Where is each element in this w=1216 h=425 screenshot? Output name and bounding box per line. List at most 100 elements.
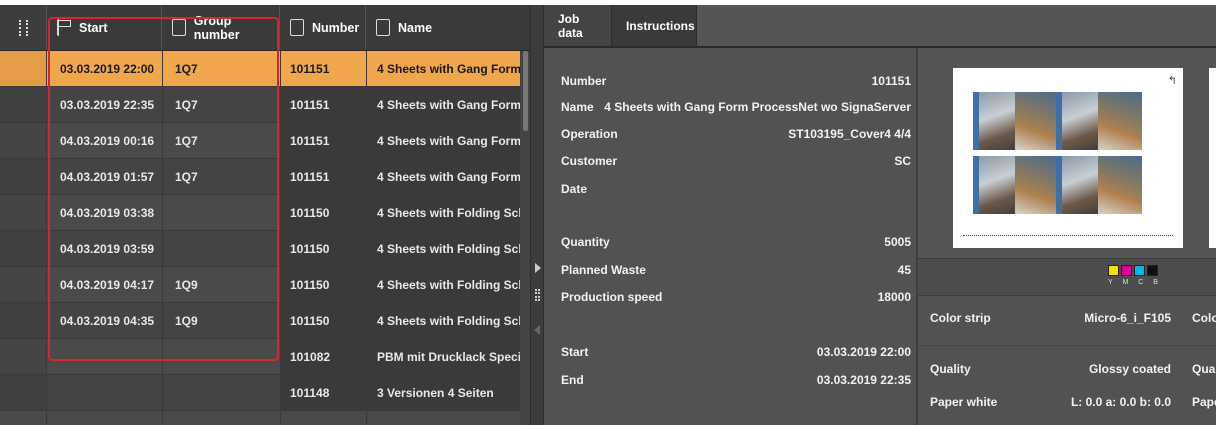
- column-header-group-number[interactable]: Group number: [162, 5, 280, 50]
- table-row[interactable]: 03.03.2019 22:00 1Q7 101151 4 Sheets with G…: [0, 51, 520, 87]
- cell-name: 4 Sheets with Gang Form ...: [366, 123, 520, 158]
- cell-number: 101150: [280, 195, 366, 230]
- row-handle: [0, 375, 46, 410]
- field-value: ST103195_Cover4 4/4: [788, 127, 911, 141]
- cell-name: 4 Sheets with Folding Sch...: [366, 267, 520, 302]
- table-row[interactable]: 101082 PBM mit Drucklack Speci...: [0, 339, 520, 375]
- field-value: SC: [894, 154, 911, 168]
- field-label: Quantity: [561, 235, 610, 249]
- field-label-truncated: Quali: [1192, 362, 1216, 376]
- column-header-number[interactable]: Number: [280, 5, 366, 50]
- sheet-preview-secondary[interactable]: [1184, 48, 1216, 258]
- column-chooser-button[interactable]: [0, 5, 47, 50]
- cell-number: 101150: [280, 267, 366, 302]
- tab-job-data[interactable]: Job data: [544, 5, 612, 46]
- table-row[interactable]: 04.03.2019 03:59 101150 4 Sheets with Fold…: [0, 231, 520, 267]
- table-row[interactable]: 101148 3 Versionen 4 Seiten: [0, 375, 520, 411]
- field-label: Planned Waste: [561, 263, 646, 277]
- row-handle: [0, 267, 46, 302]
- cell-start: 04.03.2019 01:57: [60, 169, 155, 184]
- column-header-name[interactable]: Name: [366, 5, 530, 50]
- field-value: 101151: [871, 74, 911, 88]
- column-label: Start: [79, 20, 108, 35]
- cyan-swatch: [1134, 265, 1145, 276]
- cell-name: 4 Sheets with Gang Form ...: [377, 61, 520, 76]
- tab-bar-filler: [697, 5, 1216, 46]
- table-row[interactable]: 04.03.2019 04:17 1Q9 101150 4 Sheets with F…: [0, 267, 520, 303]
- name-icon: [376, 19, 390, 36]
- splitter-grip-icon: [535, 289, 540, 301]
- field-quantity: Quantity 5005: [561, 235, 911, 255]
- sheet-thumbnail-edge: [1209, 68, 1216, 248]
- field-label: Paper white: [930, 395, 998, 409]
- cell-number: 101150: [280, 303, 366, 338]
- field-label: Customer: [561, 154, 618, 168]
- cell-group-number: 1Q9: [175, 277, 198, 292]
- field-value: 5005: [884, 235, 911, 249]
- cell-number: 101151: [280, 123, 366, 158]
- table-row[interactable]: 04.03.2019 03:38 101150 4 Sheets with Fold…: [0, 195, 520, 231]
- table-body: 03.03.2019 22:00 1Q7 101151 4 Sheets with G…: [0, 51, 520, 411]
- cell-name: 4 Sheets with Gang Form ...: [366, 159, 520, 194]
- image-tile: [1098, 156, 1142, 214]
- column-label: Name: [398, 20, 433, 35]
- cell-group-number: [162, 195, 280, 230]
- row-handle: [0, 159, 46, 194]
- cell-start: 04.03.2019 04:35: [60, 313, 155, 328]
- cell-name: 4 Sheets with Folding Sch...: [366, 231, 520, 266]
- field-date: Date: [561, 182, 911, 202]
- cell-number: 101151: [280, 159, 366, 194]
- cell-name: 3 Versionen 4 Seiten: [366, 375, 520, 410]
- table-row[interactable]: 04.03.2019 01:57 1Q7 101151 4 Sheets with G…: [0, 159, 520, 195]
- cell-start: 03.03.2019 22:00: [60, 61, 155, 76]
- field-label: Color strip: [930, 311, 991, 325]
- expand-right-icon[interactable]: [535, 263, 541, 273]
- job-queue-table: Start Group number Number Name 03.03.201…: [0, 5, 530, 425]
- field-value: Micro-6_i_F105: [1084, 311, 1171, 325]
- collapse-left-icon[interactable]: [534, 325, 540, 335]
- field-label-truncated: Colo: [1192, 311, 1216, 325]
- row-handle: [0, 339, 46, 374]
- row-handle: [0, 51, 46, 86]
- row-handle: [0, 303, 46, 338]
- field-production-speed: Production speed 18000: [561, 290, 911, 310]
- field-value: 03.03.2019 22:00: [816, 345, 911, 359]
- panel-splitter[interactable]: [530, 5, 544, 425]
- column-divider: [162, 51, 163, 425]
- cell-number: 101148: [280, 375, 366, 410]
- column-label: Number: [312, 20, 360, 35]
- field-label: Date: [561, 182, 588, 196]
- scrollbar-thumb[interactable]: [523, 51, 528, 131]
- cell-start: 03.03.2019 22:35: [60, 97, 155, 112]
- cell-name: 4 Sheets with Folding Sch...: [366, 303, 520, 338]
- field-start: Start 03.03.2019 22:00: [561, 345, 911, 365]
- field-color-strip: Color strip Micro-6_i_F105 Colo: [930, 311, 1216, 331]
- cell-start: 04.03.2019 04:17: [60, 277, 155, 292]
- column-header-start[interactable]: Start: [47, 5, 162, 50]
- image-tile: [1098, 92, 1142, 150]
- column-label: Group number: [193, 13, 240, 42]
- row-handle: [0, 87, 46, 122]
- tab-instructions[interactable]: Instructions: [612, 5, 697, 46]
- field-label: End: [561, 373, 584, 387]
- cell-group-number: [162, 375, 280, 410]
- cell-group-number: 1Q7: [175, 169, 198, 184]
- sheet-preview[interactable]: ↰: [918, 48, 1184, 258]
- cell-group-number: [162, 231, 280, 266]
- grip-icon: [18, 19, 28, 36]
- image-tile: [1015, 92, 1059, 150]
- cell-start: 04.03.2019 03:38: [60, 205, 155, 220]
- field-value: Glossy coated: [1088, 362, 1171, 376]
- cell-group-number: 1Q7: [175, 97, 198, 112]
- table-row[interactable]: 04.03.2019 00:16 1Q7 101151 4 Sheets with G…: [0, 123, 520, 159]
- table-scrollbar[interactable]: [520, 51, 530, 425]
- table-row[interactable]: 03.03.2019 22:35 1Q7 101151 4 Sheets with G…: [0, 87, 520, 123]
- field-label: Start: [561, 345, 589, 359]
- table-row[interactable]: 04.03.2019 04:35 1Q9 101150 4 Sheets with F…: [0, 303, 520, 339]
- yellow-swatch: [1108, 265, 1119, 276]
- cell-number: 101082: [280, 339, 366, 374]
- control-marks: [963, 235, 1173, 238]
- cell-start: 04.03.2019 00:16: [60, 133, 155, 148]
- field-label: Number: [561, 74, 607, 88]
- cell-number: 101151: [290, 61, 330, 76]
